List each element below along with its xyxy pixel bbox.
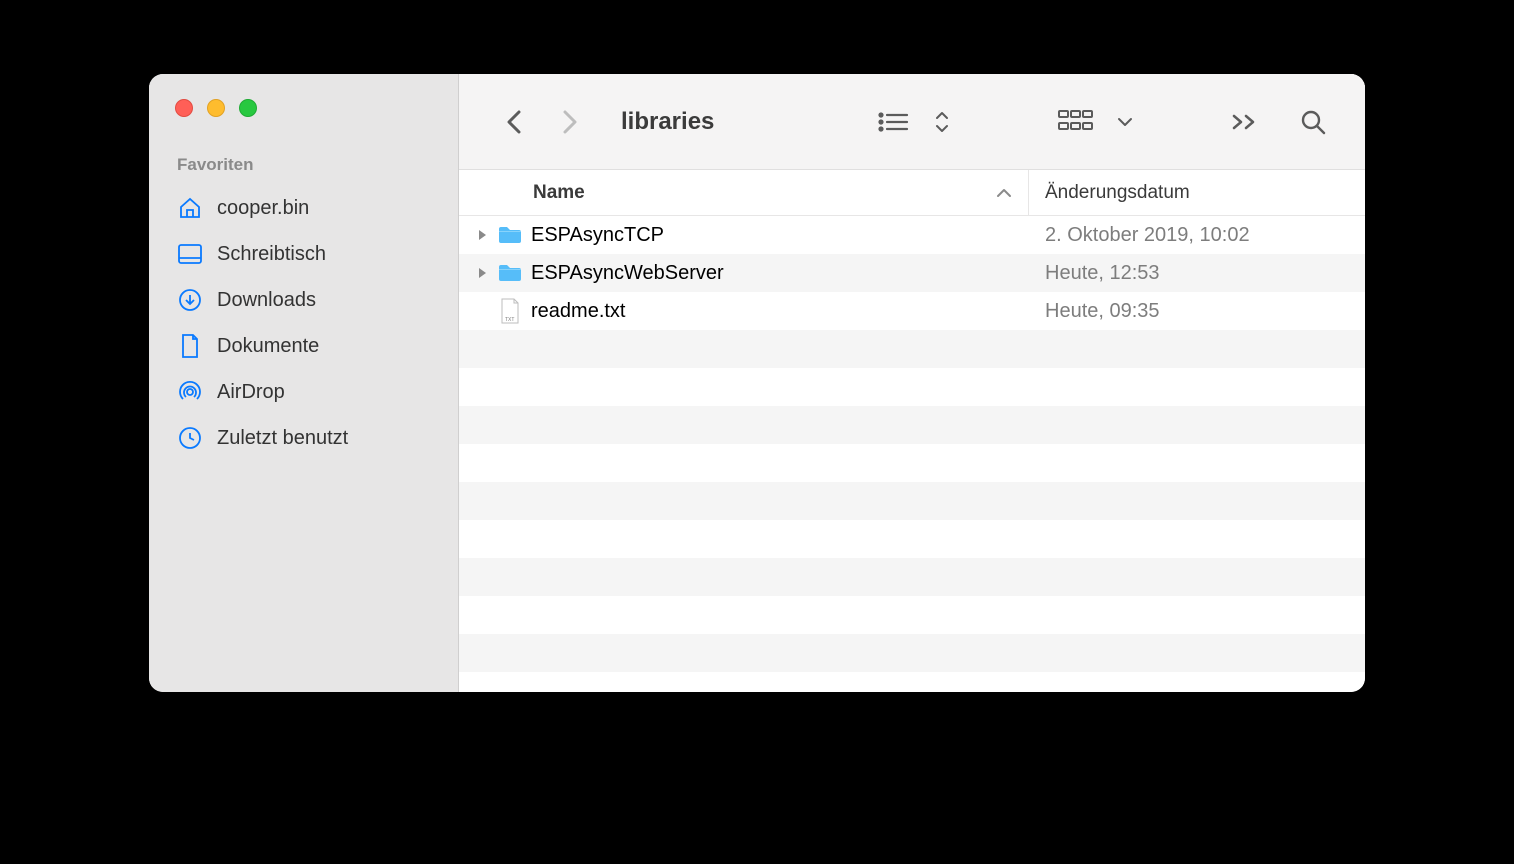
empty-row <box>459 368 1365 406</box>
home-icon <box>177 195 203 221</box>
empty-row <box>459 520 1365 558</box>
sidebar-item-documents[interactable]: Dokumente <box>149 323 458 369</box>
sidebar-item-label: Downloads <box>217 289 316 312</box>
column-header-name[interactable]: Name <box>459 170 1029 215</box>
download-icon <box>177 287 203 313</box>
file-name: ESPAsyncTCP <box>531 224 664 247</box>
folder-icon <box>497 260 523 286</box>
txt-file-icon: TXT <box>497 298 523 324</box>
more-toolbar-button[interactable] <box>1223 113 1265 131</box>
sidebar-item-home[interactable]: cooper.bin <box>149 185 458 231</box>
airdrop-icon <box>177 379 203 405</box>
main-area: libraries <box>459 74 1365 692</box>
sidebar-section-label: Favoriten <box>149 155 458 185</box>
empty-row <box>459 596 1365 634</box>
sort-ascending-icon <box>996 187 1012 199</box>
empty-row <box>459 634 1365 672</box>
search-button[interactable] <box>1291 108 1335 136</box>
sidebar-item-label: Dokumente <box>217 335 319 358</box>
column-date-label: Änderungsdatum <box>1045 182 1190 204</box>
file-date: Heute, 12:53 <box>1029 262 1365 285</box>
fullscreen-window-button[interactable] <box>239 99 257 117</box>
group-by-button[interactable] <box>1049 109 1141 135</box>
disclosure-triangle-icon[interactable] <box>475 228 489 242</box>
sidebar-item-label: cooper.bin <box>217 197 309 220</box>
sidebar-item-label: AirDrop <box>217 381 285 404</box>
sidebar-item-desktop[interactable]: Schreibtisch <box>149 231 458 277</box>
file-name: ESPAsyncWebServer <box>531 262 724 285</box>
up-down-chevron-icon <box>927 110 957 134</box>
window-title: libraries <box>621 108 714 136</box>
empty-row <box>459 406 1365 444</box>
minimize-window-button[interactable] <box>207 99 225 117</box>
disclosure-triangle-icon[interactable] <box>475 266 489 280</box>
empty-row <box>459 444 1365 482</box>
file-row[interactable]: ESPAsyncTCP 2. Oktober 2019, 10:02 <box>459 216 1365 254</box>
close-window-button[interactable] <box>175 99 193 117</box>
window-controls <box>149 99 458 117</box>
view-mode-button[interactable] <box>869 110 957 134</box>
file-name: readme.txt <box>531 300 625 323</box>
sidebar-item-label: Zuletzt benutzt <box>217 427 348 450</box>
sidebar: Favoriten cooper.bin Schreibtisch Downlo… <box>149 74 459 692</box>
toolbar: libraries <box>459 74 1365 170</box>
chevron-down-icon <box>1109 116 1141 128</box>
clock-icon <box>177 425 203 451</box>
column-name-label: Name <box>533 182 585 204</box>
grid-group-icon <box>1049 109 1101 135</box>
folder-icon <box>497 222 523 248</box>
sidebar-item-downloads[interactable]: Downloads <box>149 277 458 323</box>
file-date: Heute, 09:35 <box>1029 300 1365 323</box>
desktop-icon <box>177 241 203 267</box>
empty-row <box>459 330 1365 368</box>
sidebar-item-recents[interactable]: Zuletzt benutzt <box>149 415 458 461</box>
forward-button[interactable] <box>555 102 585 142</box>
file-row[interactable]: TXT readme.txt Heute, 09:35 <box>459 292 1365 330</box>
file-date: 2. Oktober 2019, 10:02 <box>1029 224 1365 247</box>
column-header-row: Name Änderungsdatum <box>459 170 1365 216</box>
back-button[interactable] <box>499 102 529 142</box>
empty-row <box>459 558 1365 596</box>
sidebar-item-label: Schreibtisch <box>217 243 326 266</box>
sidebar-item-airdrop[interactable]: AirDrop <box>149 369 458 415</box>
svg-text:TXT: TXT <box>505 317 514 323</box>
empty-row <box>459 482 1365 520</box>
column-header-date[interactable]: Änderungsdatum <box>1029 170 1365 215</box>
file-row[interactable]: ESPAsyncWebServer Heute, 12:53 <box>459 254 1365 292</box>
document-icon <box>177 333 203 359</box>
file-list: ESPAsyncTCP 2. Oktober 2019, 10:02 ESPAs… <box>459 216 1365 692</box>
finder-window: Favoriten cooper.bin Schreibtisch Downlo… <box>149 74 1365 692</box>
list-view-icon <box>869 110 919 134</box>
